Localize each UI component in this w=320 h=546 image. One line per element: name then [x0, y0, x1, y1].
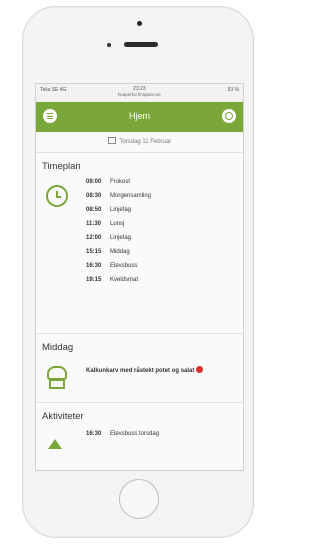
aktiviteter-title: Aktiviteter: [42, 411, 84, 422]
date-label: Torsdag 11 Februar: [119, 139, 172, 145]
status-center: 23:23 hvaperfor.finspace.se: [118, 86, 161, 97]
screen: Telia SE 4G 23:23 hvaperfor.finspace.se …: [35, 83, 244, 471]
schedule-row: 08:30 Morgensamling: [86, 193, 152, 199]
middag-section[interactable]: Kalkunkarv med råstekt potet og salat: [36, 356, 243, 402]
chef-hat-icon: [47, 366, 67, 389]
schedule-row: 15:15 Middag: [86, 249, 130, 255]
proximity-sensor-icon: [137, 21, 142, 26]
battery-label: 53 %: [227, 87, 239, 93]
status-bar: Telia SE 4G 23:23 hvaperfor.finspace.se …: [36, 84, 243, 102]
settings-icon[interactable]: [222, 109, 236, 123]
schedule-row: 12:00 Linjefag: [86, 235, 132, 241]
date-bar[interactable]: Torsdag 11 Februar: [36, 132, 243, 153]
url-label: hvaperfor.finspace.se: [118, 92, 161, 97]
activity-row: 16:30 Elevsbuss torsdag: [86, 431, 160, 437]
phone-frame: Telia SE 4G 23:23 hvaperfor.finspace.se …: [22, 6, 254, 538]
middag-title: Middag: [42, 342, 74, 353]
middag-text: Kalkunkarv med råstekt potet og salat: [86, 366, 216, 375]
nav-bar: Hjem: [36, 102, 243, 132]
schedule-list: 08:00 Frokost 08:30 Morgensamling 08:50 Lin…: [86, 179, 151, 291]
schedule-row: 16:30 Elevsbuss: [86, 263, 138, 269]
calendar-icon: [107, 137, 116, 144]
schedule-row: 11:30 Lunsj: [86, 221, 125, 227]
carrier-label: Telia SE 4G: [40, 87, 67, 93]
timeplan-title: Timeplan: [42, 161, 81, 172]
page-title: Hjem: [128, 111, 150, 121]
speaker-grille: [124, 42, 158, 47]
schedule-row: 08:00 Frokost: [86, 179, 131, 185]
clock-icon: [46, 185, 68, 207]
alert-icon: [196, 366, 204, 373]
timeplan-section: 08:00 Frokost 08:30 Morgensamling 08:50 Lin…: [36, 175, 243, 333]
aktiviteter-section[interactable]: 16:30 Elevsbuss torsdag: [36, 425, 243, 455]
camera-icon: [107, 43, 111, 47]
triangle-icon: [48, 439, 62, 449]
schedule-row: 19:15 Kveldsmat: [86, 277, 139, 283]
schedule-row: 08:50 Linjefag: [86, 207, 132, 213]
home-button[interactable]: [119, 479, 159, 519]
